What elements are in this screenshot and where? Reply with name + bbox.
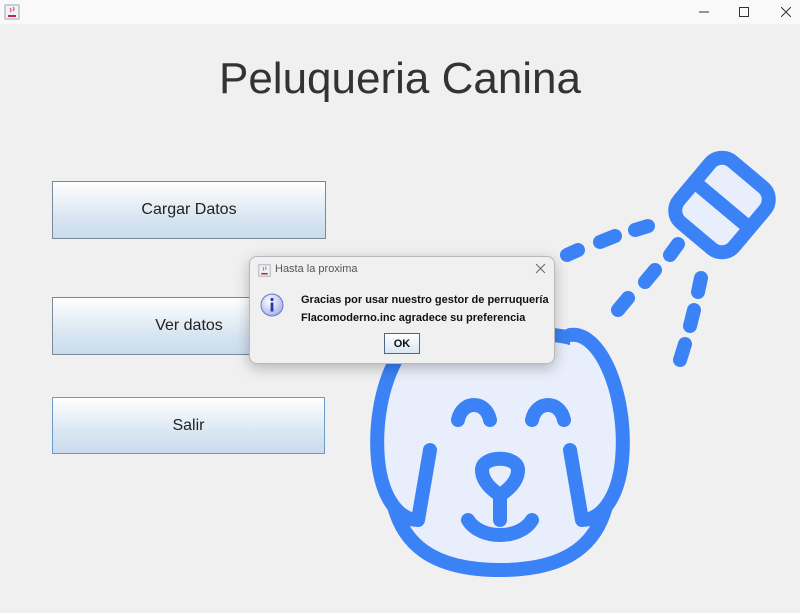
dialog-message-line2: Flacomoderno.inc agradece su preferencia: [301, 312, 526, 324]
dialog-title: Hasta la proxima: [275, 263, 358, 275]
dialog-close-icon[interactable]: [535, 263, 546, 274]
java-app-icon: [258, 264, 271, 277]
salir-button[interactable]: Salir: [52, 397, 325, 454]
cargar-datos-button[interactable]: Cargar Datos: [52, 181, 326, 239]
ok-button[interactable]: OK: [384, 333, 420, 354]
message-dialog: Hasta la proxima Gracias por usar nuestr…: [249, 256, 555, 364]
info-icon: [260, 293, 284, 317]
dialog-message-line1: Gracias por usar nuestro gestor de perru…: [301, 294, 549, 306]
